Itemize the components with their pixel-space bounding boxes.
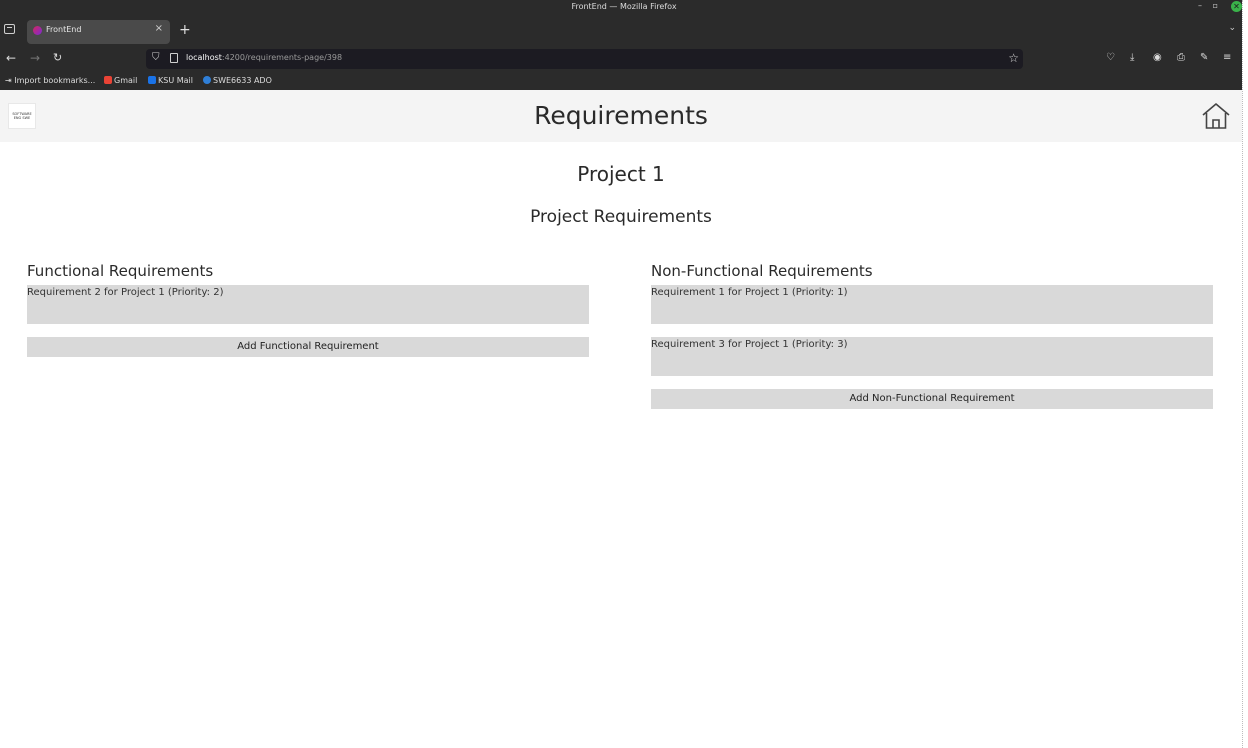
url-bar[interactable]: ⛉ localhost:4200/requirements-page/398 ☆ xyxy=(146,49,1023,69)
bookmark-star-icon[interactable]: ☆ xyxy=(1008,51,1019,65)
window-close-icon[interactable]: ✕ xyxy=(1231,1,1242,12)
extension-icon[interactable]: ✎ xyxy=(1200,52,1208,63)
bookmark-import[interactable]: ⇥ Import bookmarks... xyxy=(5,76,95,85)
tab-close-icon[interactable]: × xyxy=(155,23,163,34)
scrollbar[interactable] xyxy=(1242,0,1248,748)
window-titlebar: FrontEnd — Mozilla Firefox – ▫ ✕ xyxy=(0,0,1248,14)
back-icon[interactable]: ← xyxy=(6,51,16,65)
download-icon[interactable]: ⤓ xyxy=(1130,52,1134,63)
account-icon[interactable]: ◉ xyxy=(1153,52,1162,63)
page-viewport: SOFTWARE ENG SWE Requirements Project 1 … xyxy=(0,90,1242,748)
home-icon[interactable] xyxy=(1200,101,1232,131)
menu-icon[interactable]: ≡ xyxy=(1223,52,1231,63)
reload-icon[interactable]: ↻ xyxy=(53,51,62,64)
bookmark-ksu-mail[interactable]: KSU Mail xyxy=(148,76,193,85)
tab-favicon-icon xyxy=(33,26,42,35)
functional-requirement-item[interactable]: Requirement 2 for Project 1 (Priority: 2… xyxy=(27,285,589,324)
non-functional-requirements-title: Non-Functional Requirements xyxy=(651,262,873,280)
tab-strip: FrontEnd × + ⌄ xyxy=(0,14,1248,46)
non-functional-requirement-item[interactable]: Requirement 1 for Project 1 (Priority: 1… xyxy=(651,285,1213,324)
section-title: Project Requirements xyxy=(530,207,712,227)
azure-devops-icon xyxy=(203,76,211,84)
minimize-icon[interactable]: – xyxy=(1198,1,1202,10)
page-title: Requirements xyxy=(534,101,708,130)
forward-icon[interactable]: → xyxy=(30,51,40,65)
chevron-down-icon[interactable]: ⌄ xyxy=(1228,23,1236,33)
bookmarks-bar: ⇥ Import bookmarks... Gmail KSU Mail SWE… xyxy=(0,72,1248,90)
add-non-functional-requirement-button[interactable]: Add Non-Functional Requirement xyxy=(651,389,1213,409)
app-header: SOFTWARE ENG SWE Requirements xyxy=(0,90,1242,142)
gmail-icon xyxy=(104,76,112,84)
non-functional-requirement-item[interactable]: Requirement 3 for Project 1 (Priority: 3… xyxy=(651,337,1213,376)
browser-tab[interactable]: FrontEnd × xyxy=(27,20,170,44)
url-text[interactable]: localhost:4200/requirements-page/398 xyxy=(186,53,342,62)
new-tab-icon[interactable]: + xyxy=(179,22,191,38)
shield-icon[interactable]: ⛉ xyxy=(152,52,160,63)
add-functional-requirement-button[interactable]: Add Functional Requirement xyxy=(27,337,589,357)
window-title: FrontEnd — Mozilla Firefox xyxy=(571,2,677,11)
maximize-icon[interactable]: ▫ xyxy=(1213,1,1218,10)
tab-list-icon[interactable] xyxy=(4,24,15,34)
extensions-icon[interactable]: ⎙ xyxy=(1177,52,1185,63)
project-name: Project 1 xyxy=(577,162,665,186)
functional-requirements-title: Functional Requirements xyxy=(27,262,214,280)
navigation-bar: ← → ↻ ⛉ localhost:4200/requirements-page… xyxy=(0,46,1248,72)
bookmark-gmail[interactable]: Gmail xyxy=(104,76,137,85)
bookmark-swe6633-ado[interactable]: SWE6633 ADO xyxy=(203,76,272,85)
outlook-icon xyxy=(148,76,156,84)
tab-label: FrontEnd xyxy=(46,25,82,34)
page-icon xyxy=(170,53,178,63)
import-icon: ⇥ xyxy=(5,76,12,85)
pocket-icon[interactable]: ♡ xyxy=(1106,52,1115,63)
